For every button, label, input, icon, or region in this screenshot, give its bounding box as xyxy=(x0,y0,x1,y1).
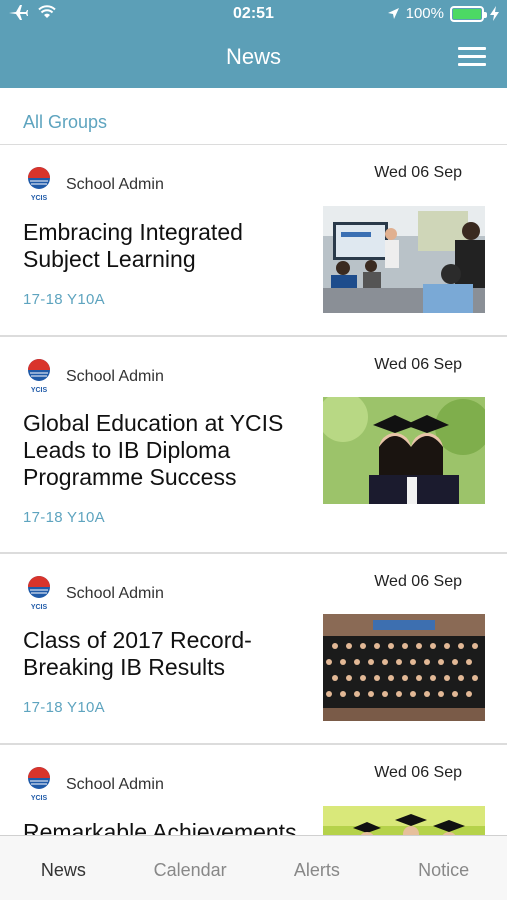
ycis-logo-icon: YCIS xyxy=(28,359,50,394)
author-name: School Admin xyxy=(66,776,164,793)
hamburger-menu-icon[interactable] xyxy=(458,47,486,67)
tab-alerts[interactable]: Alerts xyxy=(254,836,381,900)
battery-icon xyxy=(450,5,487,22)
ycis-logo-icon: YCIS xyxy=(28,767,50,802)
news-thumbnail-graduates[interactable] xyxy=(323,397,485,504)
news-feed[interactable]: YCIS School Admin Wed 06 Sep Embracing I… xyxy=(0,145,507,835)
author-name: School Admin xyxy=(66,368,164,385)
svg-text:YCIS: YCIS xyxy=(31,195,48,202)
charging-bolt-icon xyxy=(490,6,499,21)
ycis-logo-icon: YCIS xyxy=(28,167,50,202)
post-date: Wed 06 Sep xyxy=(374,164,462,181)
news-headline[interactable]: Class of 2017 Record-Breaking IB Results xyxy=(23,627,313,681)
news-headline[interactable]: Global Education at YCIS Leads to IB Dip… xyxy=(23,410,313,491)
svg-text:YCIS: YCIS xyxy=(31,387,48,394)
svg-text:YCIS: YCIS xyxy=(31,795,48,802)
news-headline[interactable]: Remarkable Achievements xyxy=(23,819,313,835)
news-thumbnail-class-photo[interactable] xyxy=(323,614,485,721)
group-tag: 17-18 Y10A xyxy=(23,291,105,308)
news-thumbnail-achievements[interactable] xyxy=(323,806,485,835)
post-date: Wed 06 Sep xyxy=(374,356,462,373)
news-card[interactable]: YCIS School Admin Wed 06 Sep Remarkable … xyxy=(0,745,507,835)
status-bar: 02:51 100% xyxy=(0,0,507,30)
group-tag: 17-18 Y10A xyxy=(23,509,105,526)
tab-news[interactable]: News xyxy=(0,836,127,900)
all-groups-link[interactable]: All Groups xyxy=(23,112,107,133)
location-arrow-icon xyxy=(387,8,399,19)
news-card[interactable]: YCIS School Admin Wed 06 Sep Embracing I… xyxy=(0,145,507,337)
group-filter-bar: All Groups xyxy=(0,88,507,145)
post-date: Wed 06 Sep xyxy=(374,764,462,781)
post-date: Wed 06 Sep xyxy=(374,573,462,590)
tab-notice[interactable]: Notice xyxy=(380,836,507,900)
app-header: 02:51 100% News xyxy=(0,0,507,88)
group-tag: 17-18 Y10A xyxy=(23,699,105,716)
news-card[interactable]: YCIS School Admin Wed 06 Sep Class of 20… xyxy=(0,554,507,745)
tab-calendar[interactable]: Calendar xyxy=(127,836,254,900)
battery-percent: 100% xyxy=(405,5,444,22)
ycis-logo-icon: YCIS xyxy=(28,576,50,611)
page-title: News xyxy=(225,44,281,69)
author-name: School Admin xyxy=(66,176,164,193)
svg-text:YCIS: YCIS xyxy=(31,604,48,611)
bottom-tab-bar: News Calendar Alerts Notice xyxy=(0,835,507,900)
news-headline[interactable]: Embracing Integrated Subject Learning xyxy=(23,219,313,273)
news-thumbnail-classroom[interactable] xyxy=(323,206,485,313)
news-card[interactable]: YCIS School Admin Wed 06 Sep Global Educ… xyxy=(0,337,507,554)
author-name: School Admin xyxy=(66,585,164,602)
